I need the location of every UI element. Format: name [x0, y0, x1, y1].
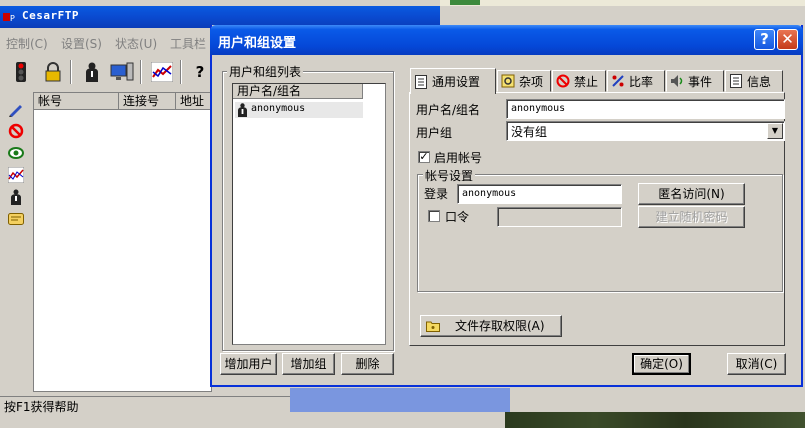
close-button[interactable]: ✕ — [777, 29, 798, 50]
app-icon: P — [3, 13, 15, 23]
user-icon[interactable] — [6, 188, 26, 206]
user-icon — [238, 103, 247, 117]
password-label: 口令 — [445, 210, 470, 224]
connection-list[interactable]: 帐号 连接号 地址 — [33, 92, 212, 392]
document-icon — [414, 74, 428, 89]
computer-icon[interactable] — [110, 60, 134, 84]
anonymous-access-button[interactable]: 匿名访问(N) — [638, 183, 745, 205]
toolbar-separator — [70, 60, 72, 84]
add-user-button[interactable]: 增加用户 — [220, 353, 277, 375]
tab-label: 信息 — [747, 74, 772, 89]
login-label: 登录 — [424, 187, 449, 201]
tab-banned[interactable]: 禁止 — [552, 70, 606, 92]
login-input[interactable]: anonymous — [457, 184, 622, 204]
toolbar-separator — [140, 60, 142, 84]
enable-account-checkbox[interactable]: ✓ — [418, 151, 430, 163]
svg-text:P: P — [10, 14, 15, 23]
tab-label: 比率 — [629, 74, 654, 89]
column-account[interactable]: 帐号 — [34, 93, 119, 110]
users-group-label: 用户和组列表 — [227, 63, 304, 80]
percent-icon — [611, 74, 625, 88]
tab-misc[interactable]: 杂项 — [497, 70, 551, 92]
tab-events[interactable]: 事件 — [666, 70, 724, 92]
tab-messages[interactable]: 信息 — [725, 70, 783, 92]
background-window — [290, 388, 510, 412]
tree-item-anonymous[interactable]: anonymous — [235, 102, 363, 118]
column-connection-id[interactable]: 连接号 — [119, 93, 176, 110]
desktop-wallpaper — [505, 412, 805, 428]
password-checkbox[interactable] — [428, 210, 440, 222]
file-access-label: 文件存取权限(A) — [455, 319, 545, 333]
tab-label: 事件 — [688, 74, 713, 89]
delete-button[interactable]: 删除 — [341, 353, 394, 375]
no-entry-icon — [556, 74, 570, 88]
tree-header[interactable]: 用户名/组名 — [233, 84, 363, 99]
status-text: 按F1获得帮助 — [4, 400, 79, 414]
card-icon[interactable] — [6, 210, 26, 228]
traffic-light-icon[interactable] — [9, 60, 33, 84]
speaker-icon — [670, 74, 684, 88]
gear-icon — [501, 74, 515, 88]
group-label: 用户组 — [416, 126, 453, 140]
menu-bar: 控制(C) 设置(S) 状态(U) 工具栏 — [0, 31, 212, 53]
random-password-button[interactable]: 建立随机密码 — [638, 206, 745, 228]
toolbar-separator — [180, 60, 182, 84]
tab-ratio[interactable]: 比率 — [607, 70, 665, 92]
eye-icon[interactable] — [6, 144, 26, 162]
menu-status[interactable]: 状态(U) — [115, 35, 157, 52]
desktop-strip — [440, 0, 805, 6]
desktop-icon — [450, 0, 480, 5]
tab-label: 禁止 — [574, 74, 599, 89]
tab-label: 通用设置 — [432, 75, 481, 89]
group-select-value: 没有组 — [511, 125, 548, 139]
user-icon[interactable] — [80, 60, 104, 84]
side-icon-bar — [4, 94, 30, 394]
dialog-title-bar[interactable]: 用户和组设置 ? ✕ — [210, 25, 803, 55]
lock-icon[interactable] — [41, 60, 65, 84]
pencil-icon[interactable] — [6, 100, 26, 118]
password-input[interactable] — [497, 207, 622, 227]
account-settings-label: 帐号设置 — [423, 167, 476, 184]
tab-general[interactable]: 通用设置 — [410, 68, 496, 94]
menu-settings[interactable]: 设置(S) — [61, 35, 102, 52]
chart-icon[interactable] — [6, 166, 26, 184]
tree-item-label: anonymous — [251, 103, 306, 114]
toolbar: ? — [0, 56, 212, 88]
dialog-title: 用户和组设置 — [218, 36, 297, 51]
help-icon[interactable]: ? — [188, 60, 212, 84]
add-group-button[interactable]: 增加组 — [282, 353, 335, 375]
username-label: 用户名/组名 — [416, 103, 481, 117]
main-title: CesarFTP — [22, 9, 79, 22]
status-bar: 按F1获得帮助 — [0, 396, 290, 414]
cancel-button[interactable]: 取消(C) — [727, 353, 786, 375]
help-button[interactable]: ? — [754, 29, 775, 50]
document-icon — [729, 74, 743, 88]
menu-control[interactable]: 控制(C) — [6, 35, 48, 52]
chevron-down-icon[interactable]: ▼ — [767, 123, 783, 139]
file-access-button[interactable]: 文件存取权限(A) — [420, 315, 562, 337]
graph-icon[interactable] — [150, 60, 174, 84]
tab-label: 杂项 — [519, 74, 544, 89]
users-tree[interactable]: 用户名/组名 anonymous — [232, 83, 386, 345]
menu-toolbar[interactable]: 工具栏 — [170, 35, 206, 52]
ok-button[interactable]: 确定(O) — [632, 353, 691, 375]
folder-icon — [426, 321, 440, 332]
enable-account-label: 启用帐号 — [434, 151, 483, 165]
column-address[interactable]: 地址 — [176, 93, 212, 110]
no-entry-icon[interactable] — [6, 122, 26, 140]
group-select[interactable]: 没有组 ▼ — [506, 121, 785, 141]
username-input[interactable]: anonymous — [506, 99, 785, 119]
